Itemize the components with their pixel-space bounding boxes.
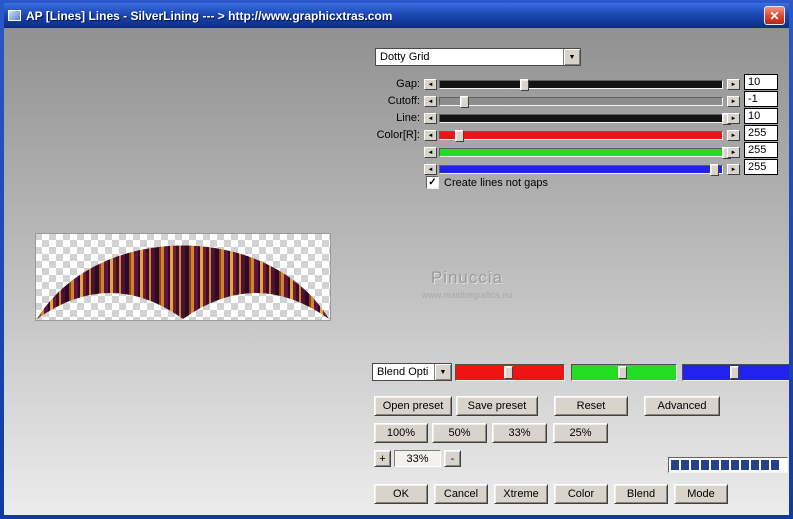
slider-track[interactable]	[439, 97, 723, 106]
slider-left-arrow-icon[interactable]: ◄	[424, 113, 437, 124]
blend-slider-thumb[interactable]	[617, 366, 627, 379]
reset-button[interactable]: Reset	[554, 396, 628, 416]
slider-right-arrow-icon[interactable]: ►	[727, 79, 740, 90]
slider-right-arrow-icon[interactable]: ►	[727, 113, 740, 124]
zoom-25-button[interactable]: 25%	[553, 423, 608, 443]
zoom-33-button[interactable]: 33%	[492, 423, 547, 443]
slider-right-arrow-icon[interactable]: ►	[727, 130, 740, 141]
check-icon: ✓	[428, 177, 437, 188]
blend-slider-thumb[interactable]	[730, 366, 740, 379]
color-blue-slider[interactable]: ◄ ►	[424, 163, 740, 176]
line-value[interactable]: 10	[744, 108, 778, 124]
preset-dropdown-value: Dotty Grid	[380, 51, 430, 63]
watermark-url: www.maidiregrafica.eu	[421, 290, 513, 300]
gap-slider[interactable]: ◄ ►	[424, 78, 740, 91]
slider-right-arrow-icon[interactable]: ►	[727, 147, 740, 158]
close-icon: ✕	[769, 8, 780, 23]
window-title: AP [Lines] Lines - SilverLining --- > ht…	[26, 8, 393, 23]
preview-image	[35, 233, 331, 321]
open-preset-button[interactable]: Open preset	[374, 396, 452, 416]
slider-left-arrow-icon[interactable]: ◄	[424, 147, 437, 158]
advanced-button[interactable]: Advanced	[644, 396, 720, 416]
title-bar[interactable]: AP [Lines] Lines - SilverLining --- > ht…	[4, 3, 789, 28]
slider-track[interactable]	[439, 114, 723, 123]
slider-thumb[interactable]	[460, 96, 470, 108]
app-icon	[8, 10, 21, 21]
zoom-50-button[interactable]: 50%	[432, 423, 487, 443]
mode-button[interactable]: Mode	[674, 484, 728, 504]
slider-left-arrow-icon[interactable]: ◄	[424, 164, 437, 175]
dialog-body: Dotty Grid ▼ Gap: ◄ ► 10 Cutoff: ◄ ► -1 …	[4, 28, 789, 515]
blend-green-slider[interactable]	[571, 364, 677, 381]
xtreme-button[interactable]: Xtreme	[494, 484, 548, 504]
create-lines-checkbox-label: Create lines not gaps	[444, 177, 548, 189]
line-slider[interactable]: ◄ ►	[424, 112, 740, 125]
slider-thumb[interactable]	[454, 130, 464, 142]
progress-bar	[668, 457, 788, 473]
slider-left-arrow-icon[interactable]: ◄	[424, 130, 437, 141]
slider-right-arrow-icon[interactable]: ►	[727, 96, 740, 107]
slider-track[interactable]	[439, 148, 723, 157]
slider-left-arrow-icon[interactable]: ◄	[424, 96, 437, 107]
plugin-window: AP [Lines] Lines - SilverLining --- > ht…	[0, 0, 793, 519]
blend-options-dropdown[interactable]: Blend Opti ▼	[372, 363, 452, 381]
slider-left-arrow-icon[interactable]: ◄	[424, 79, 437, 90]
cutoff-value[interactable]: -1	[744, 91, 778, 107]
color-green-value[interactable]: 255	[744, 142, 778, 158]
slider-track[interactable]	[439, 80, 723, 89]
blend-red-slider[interactable]	[455, 364, 565, 381]
gap-value[interactable]: 10	[744, 74, 778, 90]
slider-track[interactable]	[439, 165, 723, 174]
cutoff-slider[interactable]: ◄ ►	[424, 95, 740, 108]
color-blue-value[interactable]: 255	[744, 159, 778, 175]
cutoff-label: Cutoff:	[387, 95, 420, 107]
watermark-name: Pinuccia	[430, 268, 504, 287]
color-r-label: Color[R]:	[376, 129, 420, 141]
blend-options-value: Blend Opti	[377, 366, 429, 378]
zoom-minus-button[interactable]: -	[444, 450, 461, 467]
save-preset-button[interactable]: Save preset	[456, 396, 538, 416]
preset-dropdown[interactable]: Dotty Grid ▼	[375, 48, 581, 66]
ok-button[interactable]: OK	[374, 484, 428, 504]
slider-right-arrow-icon[interactable]: ►	[727, 164, 740, 175]
create-lines-checkbox[interactable]: ✓	[426, 176, 439, 189]
color-button[interactable]: Color	[554, 484, 608, 504]
color-green-slider[interactable]: ◄ ►	[424, 146, 740, 159]
gap-label: Gap:	[396, 78, 420, 90]
color-red-value[interactable]: 255	[744, 125, 778, 141]
cancel-button[interactable]: Cancel	[434, 484, 488, 504]
blend-slider-thumb[interactable]	[503, 366, 513, 379]
slider-track[interactable]	[439, 131, 723, 140]
dropdown-arrow-icon[interactable]: ▼	[434, 364, 451, 380]
blend-blue-slider[interactable]	[682, 364, 789, 381]
slider-thumb[interactable]	[520, 79, 529, 91]
color-red-slider[interactable]: ◄ ►	[424, 129, 740, 142]
zoom-level-value: 33%	[394, 450, 441, 467]
zoom-plus-button[interactable]: +	[374, 450, 391, 467]
slider-thumb[interactable]	[710, 164, 720, 176]
blend-button[interactable]: Blend	[614, 484, 668, 504]
close-button[interactable]: ✕	[764, 6, 785, 25]
zoom-100-button[interactable]: 100%	[374, 423, 428, 443]
line-label: Line:	[396, 112, 420, 124]
dropdown-arrow-icon[interactable]: ▼	[563, 49, 580, 65]
